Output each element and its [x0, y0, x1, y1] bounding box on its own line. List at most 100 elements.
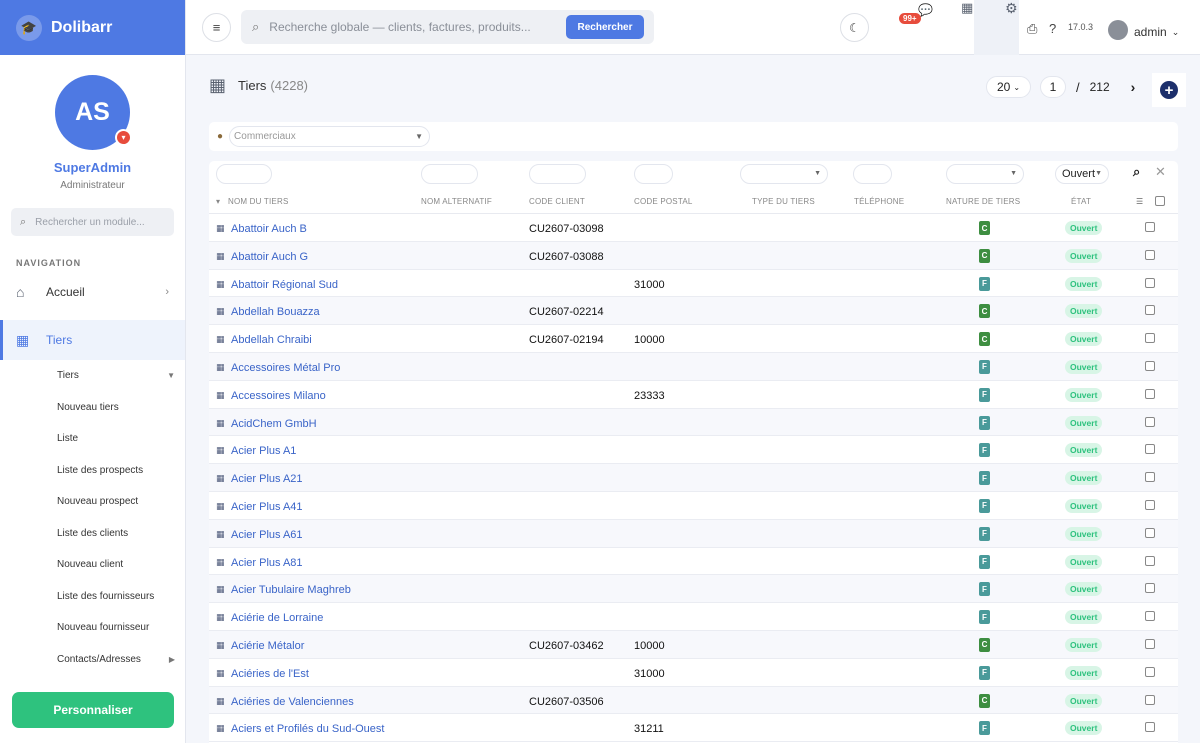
gear-icon[interactable]: ⚙	[1005, 0, 1018, 17]
filter-alt-name-input[interactable]	[421, 164, 478, 184]
page-size-select[interactable]: 20 ⌄	[986, 76, 1031, 98]
row-checkbox[interactable]	[1145, 360, 1155, 371]
tiers-name-link[interactable]: Aciers et Profilés du Sud-Ouest	[231, 723, 384, 735]
printer-icon[interactable]: ⎙	[1027, 21, 1037, 37]
tiers-name-link[interactable]: Abdellah Chraibi	[231, 334, 312, 346]
moon-icon[interactable]: ☾	[840, 13, 869, 42]
menu-icon[interactable]: ≡	[202, 13, 231, 42]
chevron-down-icon[interactable]: ▾	[115, 129, 132, 146]
filter-status-select[interactable]: Ouvert ▼	[1055, 164, 1109, 184]
row-checkbox[interactable]	[1145, 472, 1155, 483]
sidebar-item-tiers[interactable]: ▦ Tiers	[0, 320, 185, 360]
brand[interactable]: 🎓 Dolibarr	[0, 0, 185, 55]
tiers-name-link[interactable]: Acier Plus A21	[231, 473, 303, 485]
subnav-item-list[interactable]: Liste	[57, 423, 185, 455]
col-name[interactable]: NOM DU TIERS	[228, 197, 288, 206]
table-row[interactable]: ▦ Acier Tubulaire Maghreb F Ouvert	[209, 575, 1178, 604]
subnav-item-prospects[interactable]: Liste des prospects	[57, 455, 185, 487]
subnav-item-contacts[interactable]: Contacts/Adresses ▶	[57, 644, 185, 676]
row-checkbox[interactable]	[1145, 444, 1155, 455]
page-number-input[interactable]: 1	[1040, 76, 1066, 98]
global-search[interactable]: ⌕ Recherche globale — clients, factures,…	[241, 10, 654, 44]
tiers-name-link[interactable]: Acier Tubulaire Maghreb	[231, 584, 351, 596]
table-row[interactable]: ▦ Abattoir Régional Sud 31000 F Ouvert	[209, 270, 1178, 298]
row-checkbox[interactable]	[1145, 333, 1155, 344]
row-checkbox[interactable]	[1145, 277, 1155, 288]
row-checkbox[interactable]	[1145, 611, 1155, 622]
select-all-checkbox[interactable]	[1155, 196, 1165, 206]
module-search-input[interactable]: ⌕ Rechercher un module...	[11, 208, 174, 236]
row-checkbox[interactable]	[1145, 583, 1155, 594]
filter-type-select[interactable]: ▼	[740, 164, 828, 184]
tiers-name-link[interactable]: Acier Plus A61	[231, 529, 303, 541]
tiers-name-link[interactable]: Aciéries de l'Est	[231, 668, 309, 680]
tiers-name-link[interactable]: Acier Plus A41	[231, 501, 303, 513]
calendar-icon[interactable]: ▦	[961, 0, 973, 16]
commercial-select[interactable]: Commerciaux ▼	[229, 126, 431, 147]
subnav-item-clients[interactable]: Liste des clients	[57, 518, 185, 550]
row-checkbox[interactable]	[1145, 222, 1155, 232]
col-status[interactable]: ÉTAT	[1071, 197, 1091, 206]
notifications[interactable]: 💬 99+	[899, 3, 933, 27]
tiers-name-link[interactable]: AcidChem GmbH	[231, 418, 317, 430]
table-row[interactable]: ▦ Abdellah Chraibi CU2607-02194 10000 C Ouver…	[209, 325, 1178, 353]
user-menu[interactable]: admin ⌄	[1108, 20, 1179, 42]
table-row[interactable]: ▦ Aciéries de l'Est 31000 F Ouvert	[209, 659, 1178, 687]
table-row[interactable]: ▦ Abattoir Auch B CU2607-03098 C Ouvert	[209, 214, 1178, 242]
table-row[interactable]: ▦ Acier Plus A41 F Ouvert	[209, 492, 1178, 520]
table-row[interactable]: ▦ Abattoir Auch G CU2607-03088 C Ouvert	[209, 241, 1178, 270]
subnav-item-new-prospect[interactable]: Nouveau prospect	[57, 486, 185, 518]
row-checkbox[interactable]	[1145, 555, 1155, 566]
table-row[interactable]: ▦ Aciérie Métalor CU2607-03462 10000 C Ouvert	[209, 630, 1178, 659]
row-checkbox[interactable]	[1145, 305, 1155, 316]
table-row[interactable]: ▦ Accessoires Milano 23333 F Ouvert	[209, 381, 1178, 409]
tiers-name-link[interactable]: Aciérie Métalor	[231, 640, 304, 652]
tiers-name-link[interactable]: Aciéries de Valenciennes	[231, 696, 354, 708]
row-checkbox[interactable]	[1145, 499, 1155, 510]
tiers-name-link[interactable]: Aciérie de Lorraine	[231, 612, 323, 624]
table-row[interactable]: ▦ Acier Plus A21 F Ouvert	[209, 464, 1178, 492]
subnav-item-new-supplier[interactable]: Nouveau fournisseur	[57, 612, 185, 644]
add-tiers-button[interactable]: +	[1152, 73, 1186, 107]
list-icon[interactable]: ☰	[1136, 197, 1143, 206]
subnav-item-suppliers[interactable]: Liste des fournisseurs	[57, 581, 185, 613]
row-checkbox[interactable]	[1145, 638, 1155, 649]
row-checkbox[interactable]	[1145, 722, 1155, 733]
col-alt-name[interactable]: NOM ALTERNATIF	[421, 197, 492, 206]
row-checkbox[interactable]	[1145, 416, 1155, 427]
filter-postal-code-input[interactable]	[634, 164, 673, 184]
row-checkbox[interactable]	[1145, 388, 1155, 399]
personalize-button[interactable]: Personnaliser	[12, 692, 174, 728]
filter-name-input[interactable]	[216, 164, 272, 184]
filter-client-code-input[interactable]	[529, 164, 586, 184]
table-row[interactable]: ▦ Acier Plus A81 F Ouvert	[209, 548, 1178, 576]
tiers-name-link[interactable]: Accessoires Métal Pro	[231, 362, 340, 374]
subnav-item-new-client[interactable]: Nouveau client	[57, 549, 185, 581]
filter-nature-select[interactable]: ▼	[946, 164, 1024, 184]
row-checkbox[interactable]	[1145, 666, 1155, 677]
table-row[interactable]: ▦ Abdellah Bouazza CU2607-02214 C Ouvert	[209, 297, 1178, 326]
search-icon[interactable]: ⌕	[1133, 164, 1140, 180]
tiers-name-link[interactable]: Acier Plus A1	[231, 445, 296, 457]
table-row[interactable]: ▦ Acier Plus A1 F Ouvert	[209, 436, 1178, 465]
tiers-name-link[interactable]: Abdellah Bouazza	[231, 306, 320, 318]
global-search-button[interactable]: Rechercher	[566, 15, 644, 39]
subnav-item-new-tiers[interactable]: Nouveau tiers	[57, 392, 185, 424]
subnav-item-tiers[interactable]: Tiers ▼	[57, 360, 185, 392]
table-row[interactable]: ▦ Accessoires Métal Pro F Ouvert	[209, 352, 1178, 381]
table-row[interactable]: ▦ Aciérie de Lorraine F Ouvert	[209, 603, 1178, 631]
close-icon[interactable]: ✕	[1155, 164, 1166, 180]
row-checkbox[interactable]	[1145, 694, 1155, 705]
table-row[interactable]: ▦ AcidChem GmbH F Ouvert	[209, 408, 1178, 437]
col-client-code[interactable]: CODE CLIENT	[529, 197, 585, 206]
col-nature[interactable]: NATURE DE TIERS	[946, 197, 1020, 206]
next-page-icon[interactable]: ›	[1131, 79, 1136, 95]
tiers-name-link[interactable]: Abattoir Auch G	[231, 251, 308, 263]
help-icon[interactable]: ?	[1049, 21, 1056, 36]
filter-phone-input[interactable]	[853, 164, 892, 184]
tiers-name-link[interactable]: Accessoires Milano	[231, 390, 326, 402]
tiers-name-link[interactable]: Abattoir Auch B	[231, 223, 307, 235]
sidebar-item-accueil[interactable]: ⌂ Accueil ›	[0, 275, 185, 309]
avatar[interactable]: AS ▾	[55, 75, 132, 150]
col-postal-code[interactable]: CODE POSTAL	[634, 197, 693, 206]
